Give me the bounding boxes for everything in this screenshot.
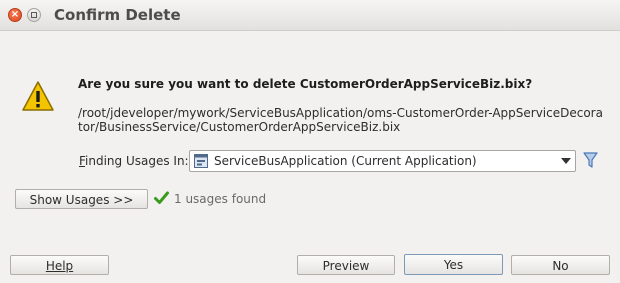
finding-usages-label: Finding Usages In:	[79, 154, 189, 168]
chevron-down-icon[interactable]	[561, 158, 571, 164]
confirmation-question: Are you sure you want to delete Customer…	[78, 77, 533, 91]
no-button[interactable]: No	[511, 255, 610, 275]
usages-found-text: 1 usages found	[174, 192, 267, 206]
finding-usages-value: ServiceBusApplication (Current Applicati…	[214, 154, 477, 168]
preview-button[interactable]: Preview	[297, 255, 395, 275]
file-path: /root/jdeveloper/mywork/ServiceBusApplic…	[78, 106, 603, 134]
show-usages-label: Show Usages >>	[29, 193, 134, 207]
show-usages-button[interactable]: Show Usages >>	[15, 189, 148, 209]
window-title: Confirm Delete	[54, 6, 181, 24]
filter-icon[interactable]	[583, 152, 598, 168]
application-icon	[194, 154, 208, 168]
yes-button[interactable]: Yes	[404, 254, 503, 275]
finding-usages-label-rest: inding Usages In:	[85, 154, 189, 168]
check-icon	[154, 191, 169, 204]
maximize-icon[interactable]	[27, 8, 41, 22]
title-bar: × Confirm Delete	[0, 0, 620, 31]
finding-usages-select[interactable]: ServiceBusApplication (Current Applicati…	[189, 150, 576, 172]
no-label: No	[552, 259, 569, 273]
warning-icon	[22, 81, 54, 111]
close-icon[interactable]: ×	[8, 8, 22, 22]
preview-label: Preview	[322, 259, 370, 273]
help-button[interactable]: Help	[10, 255, 109, 275]
yes-label: Yes	[443, 258, 464, 272]
help-label: Help	[45, 259, 74, 273]
